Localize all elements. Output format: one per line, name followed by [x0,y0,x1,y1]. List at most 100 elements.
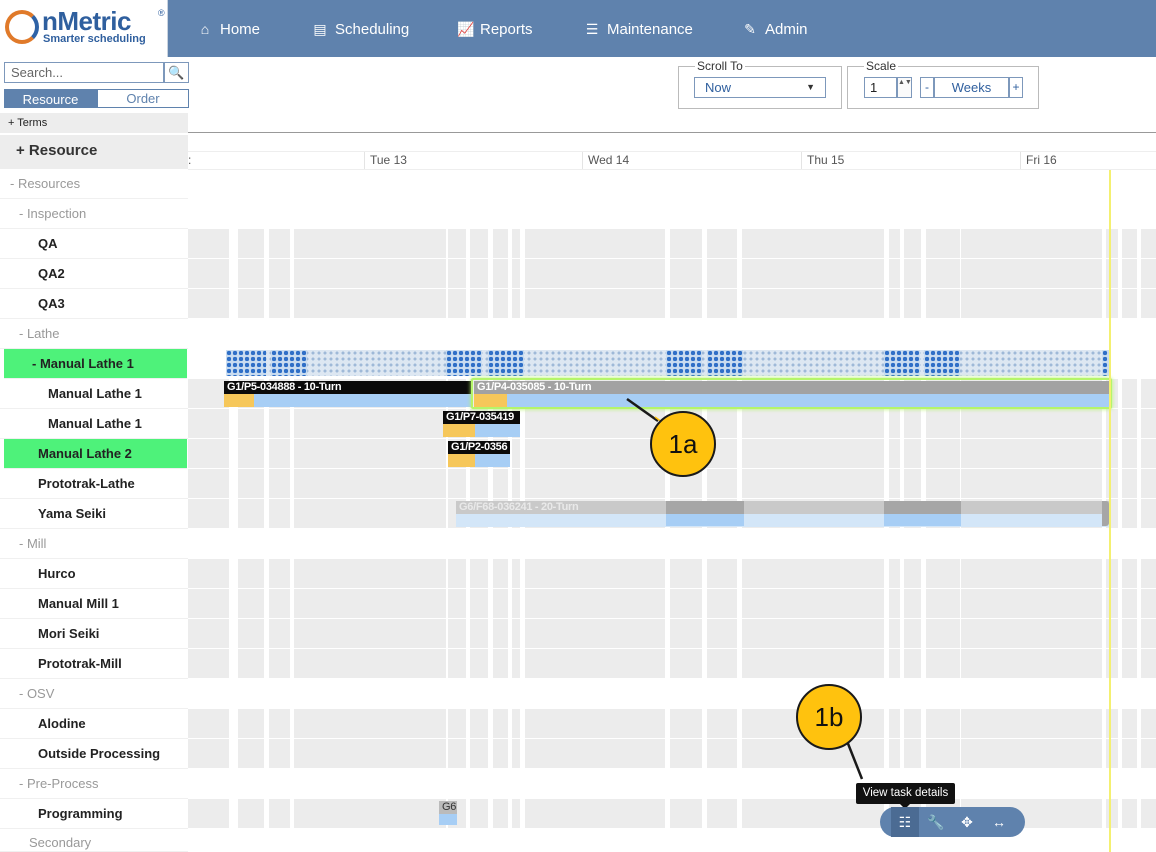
grid-cell [470,739,488,768]
grid-cell [707,739,737,768]
capacity-band-busy [666,350,702,376]
callout-1a: 1a [650,411,716,477]
tree-group-resources[interactable]: - Resources [0,169,188,199]
scale-number-input[interactable]: 1 [864,77,897,98]
nmetric-logo[interactable]: nMetric ® Smarter scheduling [0,0,168,57]
grid-cell [448,559,466,588]
scale-decrease-button[interactable]: - [920,77,934,98]
nav-reports[interactable]: 📈 Reports [457,19,533,39]
task-bar-selected[interactable]: G1/P4-035085 - 10-Turn [474,381,1109,394]
grid-cell [525,619,665,648]
move-icon[interactable]: ✥ [953,807,981,837]
grid-cell [188,739,229,768]
grid-cell [512,799,520,828]
nav-admin[interactable]: ✎ Admin [742,19,807,39]
tree-group-osv[interactable]: - OSV [0,679,188,709]
grid-cell [670,649,702,678]
resource-row[interactable]: Prototrak-Mill [0,649,188,679]
resource-row[interactable]: Programming [0,799,188,829]
grid-cell [493,469,508,498]
grid-cell [742,229,884,258]
tree-group-lathe[interactable]: - Lathe [0,319,188,349]
resource-row[interactable]: Manual Lathe 1 [0,409,188,439]
grid-cell [294,589,446,618]
resource-row-highlighted[interactable]: - Manual Lathe 1 [4,349,187,379]
grid-cell [904,589,921,618]
tab-order[interactable]: Order [97,89,189,108]
resource-row[interactable]: Hurco [0,559,188,589]
grid-cell [470,619,488,648]
grid-cell [1122,259,1137,288]
grid-cell [512,649,520,678]
resource-row[interactable]: QA3 [0,289,188,319]
nav-home[interactable]: ⌂ Home [197,19,260,39]
resource-row[interactable]: QA2 [0,259,188,289]
tree-group-secondary[interactable]: Secondary [0,829,188,852]
grid-cell [707,649,737,678]
grid-cell [1106,619,1118,648]
task-bar[interactable]: G1/P5-034888 - 10-Turn [224,381,472,394]
resource-row[interactable]: Manual Mill 1 [0,589,188,619]
grid-cell [294,499,446,528]
resource-row[interactable]: Mori Seiki [0,619,188,649]
task-bar[interactable]: G6 [439,801,457,814]
resource-row-highlighted[interactable]: Manual Lathe 2 [4,439,187,469]
grid-cell [961,469,1102,498]
resource-header[interactable]: + Resource [0,135,188,169]
resource-row[interactable]: QA [0,229,188,259]
grid-cell [269,229,290,258]
scale-unit-select[interactable]: Weeks [934,77,1009,98]
grid-cell [670,619,702,648]
grid-cell [904,229,921,258]
grid-cell [448,619,466,648]
tab-resource[interactable]: Resource [4,89,97,108]
grid-cell [926,229,960,258]
nav-label: Maintenance [607,20,693,38]
resource-row[interactable]: Yama Seiki [0,499,188,529]
grid-cell [448,229,466,258]
grid-cell [493,709,508,738]
task-bar-ghost[interactable]: G6/F68-036241 - 20-Turn [456,501,1109,514]
resource-row[interactable]: Prototrak-Lathe [0,469,188,499]
grid-cell [926,289,960,318]
grid-cell [294,619,446,648]
nav-maintenance[interactable]: ☰ Maintenance [584,19,693,39]
search-icon[interactable]: 🔍 [164,62,189,83]
tooltip-text: View task details [862,787,949,799]
grid-cell [904,709,921,738]
scale-increase-button[interactable]: + [1009,77,1023,98]
grid-cell [1141,499,1156,528]
task-bar[interactable]: G1/P7-035419 [443,411,520,424]
resource-row[interactable]: Outside Processing [0,739,188,769]
resource-row[interactable]: Manual Lathe 1 [0,379,188,409]
grid-cell [294,559,446,588]
grid-cell [448,469,466,498]
wrench-icon[interactable]: 🔧 [922,807,950,837]
scheduling-icon: ▤ [313,20,327,37]
grid-cell [470,589,488,618]
grid-cell [188,589,229,618]
tree-group-pre-process[interactable]: - Pre-Process [0,769,188,799]
resource-row[interactable]: Alodine [0,709,188,739]
grid-cell [493,799,508,828]
task-bar[interactable]: G1/P2-0356 [448,441,510,454]
sliders-icon: ☰ [585,20,599,37]
scroll-to-select[interactable]: Now ▼ [694,77,826,98]
terms-toggle[interactable]: + Terms [0,113,188,133]
grid-cell [1122,229,1137,258]
grid-cell [512,739,520,768]
grid-cell [1141,739,1156,768]
grid-cell [512,439,520,468]
grid-cell [926,439,960,468]
tree-group-mill[interactable]: - Mill [0,529,188,559]
search-input[interactable]: Search... [4,62,164,83]
tree-group-inspection[interactable]: - Inspection [0,199,188,229]
list-details-icon[interactable]: ☷ [891,807,919,837]
grid-cell [889,589,900,618]
grid-cell [926,469,960,498]
nav-scheduling[interactable]: ▤ Scheduling [312,19,409,39]
resize-horizontal-icon[interactable]: ↔ [985,807,1013,837]
grid-cell [742,409,884,438]
spinner-arrows-icon[interactable]: ▲▼ [897,77,912,98]
grid-cell [961,739,1102,768]
